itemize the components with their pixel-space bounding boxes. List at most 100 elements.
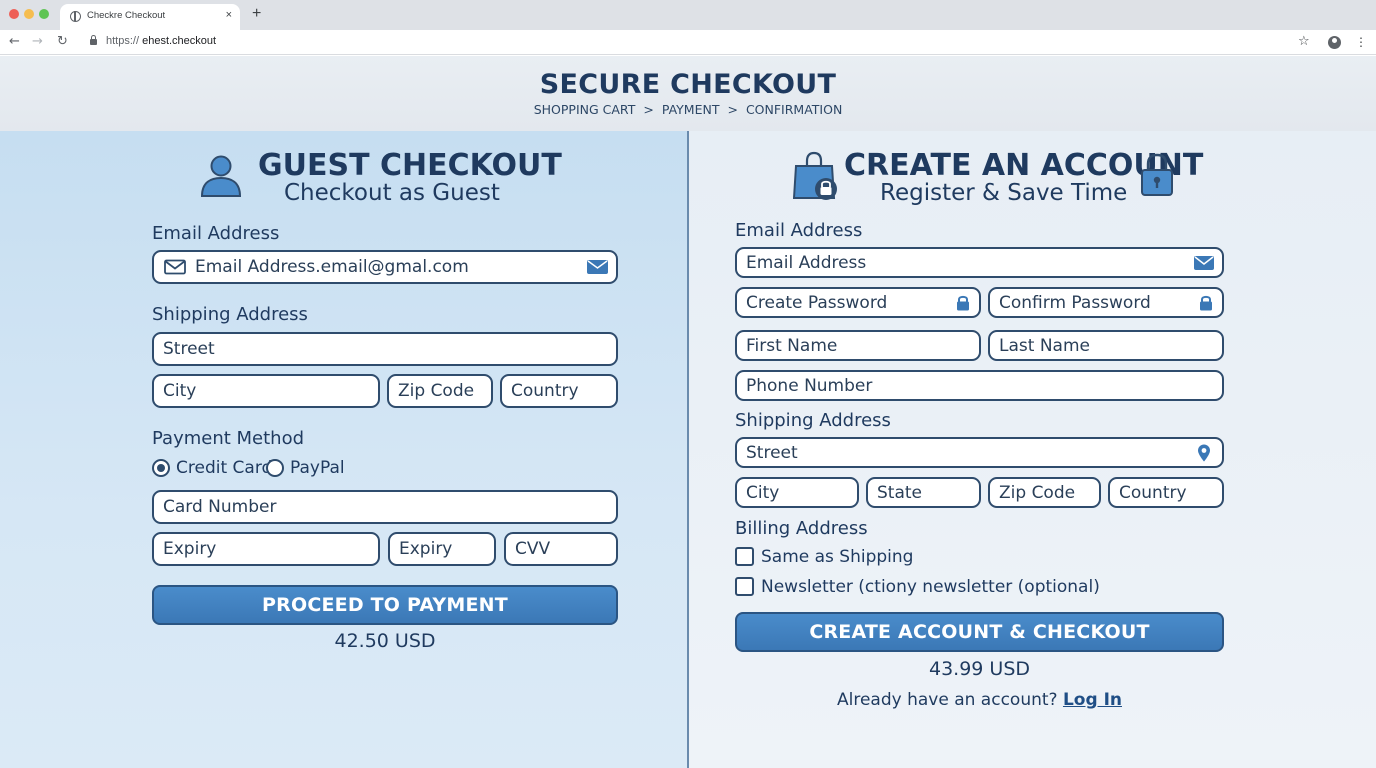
reload-icon[interactable]: ↻ <box>57 33 68 51</box>
new-tab-icon[interactable]: + <box>252 5 261 23</box>
create-account-panel: CREATE AN ACCOUNT Register & Save Time E… <box>689 131 1376 768</box>
url-lock-icon <box>90 35 97 45</box>
guest-country-input[interactable]: Country <box>500 374 618 408</box>
map-pin-icon <box>1198 444 1210 461</box>
mail-outline-icon <box>164 259 186 275</box>
create-password-placeholder: Create Password <box>746 292 888 313</box>
account-subtitle: Register & Save Time <box>880 180 1128 206</box>
mail-filled-icon <box>587 260 608 274</box>
account-city-input[interactable]: City <box>735 477 859 508</box>
lock-icon <box>957 295 969 310</box>
same-as-shipping-checkbox[interactable] <box>735 547 754 566</box>
profile-icon[interactable] <box>1328 36 1341 49</box>
guest-expiry-year-input[interactable]: Expiry <box>388 532 496 566</box>
guest-zip-placeholder: Zip Code <box>398 381 475 401</box>
guest-card-number-placeholder: Card Number <box>163 497 277 517</box>
user-icon <box>200 155 242 197</box>
guest-city-input[interactable]: City <box>152 374 380 408</box>
last-name-placeholder: Last Name <box>999 335 1090 356</box>
page-header: SECURE CHECKOUT SHOPPING CART > PAYMENT > CO… <box>0 56 1376 131</box>
account-shipping-label: Shipping Address <box>735 410 891 431</box>
guest-title: GUEST CHECKOUT <box>258 148 562 183</box>
billing-address-label: Billing Address <box>735 518 868 539</box>
account-street-placeholder: Street <box>746 442 798 463</box>
globe-icon <box>70 11 81 22</box>
url-scheme: https:// <box>106 35 140 47</box>
confirm-password-placeholder: Confirm Password <box>999 292 1151 313</box>
account-country-placeholder: Country <box>1119 482 1187 503</box>
radio-credit-card[interactable] <box>152 459 170 477</box>
window-close-dot[interactable] <box>9 9 19 19</box>
bookmark-star-icon[interactable]: ☆ <box>1298 34 1310 50</box>
tab-title: Checkre Checkout <box>87 10 166 21</box>
menu-kebab-icon[interactable]: ⋮ <box>1355 34 1367 50</box>
first-name-input[interactable]: First Name <box>735 330 981 361</box>
guest-zip-input[interactable]: Zip Code <box>387 374 493 408</box>
confirm-password-input[interactable]: Confirm Password <box>988 287 1224 318</box>
window-zoom-dot[interactable] <box>39 9 49 19</box>
account-country-input[interactable]: Country <box>1108 477 1224 508</box>
account-city-placeholder: City <box>746 482 780 503</box>
shopping-bag-lock-icon <box>793 151 837 200</box>
breadcrumb-cart[interactable]: SHOPPING CART <box>534 102 636 117</box>
guest-card-number-input[interactable]: Card Number <box>152 490 618 524</box>
browser-toolbar: ← → ↻ https:// ehest.checkout ☆ ⋮ <box>0 30 1376 55</box>
breadcrumb-separator: > <box>727 102 738 117</box>
padlock-icon <box>1141 153 1173 196</box>
first-name-placeholder: First Name <box>746 335 838 356</box>
create-account-checkout-button[interactable]: CREATE ACCOUNT & CHECKOUT <box>735 612 1224 652</box>
newsletter-label[interactable]: Newsletter (ctiony newsletter (optional) <box>761 577 1100 597</box>
account-email-input[interactable]: Email Address <box>735 247 1224 278</box>
guest-cvv-input[interactable]: CVV <box>504 532 618 566</box>
create-password-input[interactable]: Create Password <box>735 287 981 318</box>
window-minimize-dot[interactable] <box>24 9 34 19</box>
guest-subtitle: Checkout as Guest <box>284 180 500 206</box>
account-zip-placeholder: Zip Code <box>999 482 1076 503</box>
radio-credit-card-label[interactable]: Credit Card <box>176 458 272 478</box>
proceed-to-payment-button[interactable]: PROCEED TO PAYMENT <box>152 585 618 625</box>
back-arrow-icon[interactable]: ← <box>9 33 20 51</box>
account-email-label: Email Address <box>735 220 863 241</box>
browser-tab-bar: Checkre Checkout × + <box>0 0 1376 30</box>
guest-expiry-month-input[interactable]: Expiry <box>152 532 380 566</box>
mail-filled-icon <box>1194 255 1214 270</box>
url-host: ehest.checkout <box>142 35 217 47</box>
account-zip-input[interactable]: Zip Code <box>988 477 1101 508</box>
login-link[interactable]: Log In <box>1063 690 1122 710</box>
same-as-shipping-label[interactable]: Same as Shipping <box>761 547 913 567</box>
guest-email-input[interactable]: Email Address.email@gmal.com <box>152 250 618 284</box>
login-prompt-line: Already have an account? Log In <box>735 690 1224 710</box>
guest-price: 42.50 USD <box>334 630 436 652</box>
account-price: 43.99 USD <box>928 658 1031 680</box>
forward-arrow-icon[interactable]: → <box>32 33 43 51</box>
radio-paypal-label[interactable]: PayPal <box>290 458 345 478</box>
tab-close-icon[interactable]: × <box>226 9 232 21</box>
address-bar[interactable]: https:// ehest.checkout <box>106 35 216 47</box>
guest-payment-label: Payment Method <box>152 428 305 449</box>
lock-icon <box>1200 295 1212 310</box>
account-state-input[interactable]: State <box>866 477 981 508</box>
account-email-placeholder: Email Address <box>746 252 867 273</box>
breadcrumb: SHOPPING CART > PAYMENT > CONFIRMATION <box>0 102 1376 117</box>
guest-email-label: Email Address <box>152 223 280 244</box>
last-name-input[interactable]: Last Name <box>988 330 1224 361</box>
account-state-placeholder: State <box>877 482 922 503</box>
breadcrumb-payment[interactable]: PAYMENT <box>662 102 720 117</box>
guest-email-value: Email Address.email@gmal.com <box>195 257 469 277</box>
newsletter-checkbox[interactable] <box>735 577 754 596</box>
radio-paypal[interactable] <box>266 459 284 477</box>
phone-number-placeholder: Phone Number <box>746 375 873 396</box>
page-title: SECURE CHECKOUT <box>539 69 837 100</box>
breadcrumb-confirmation[interactable]: CONFIRMATION <box>746 102 842 117</box>
guest-street-input[interactable]: Street <box>152 332 618 366</box>
account-street-input[interactable]: Street <box>735 437 1224 468</box>
phone-number-input[interactable]: Phone Number <box>735 370 1224 401</box>
guest-country-placeholder: Country <box>511 381 579 401</box>
guest-expiry-month-placeholder: Expiry <box>163 539 217 559</box>
guest-expiry-year-placeholder: Expiry <box>399 539 453 559</box>
breadcrumb-separator: > <box>643 102 654 117</box>
guest-shipping-label: Shipping Address <box>152 304 308 325</box>
guest-cvv-placeholder: CVV <box>515 539 551 559</box>
guest-street-placeholder: Street <box>163 339 215 359</box>
browser-tab[interactable]: Checkre Checkout × <box>60 4 240 30</box>
